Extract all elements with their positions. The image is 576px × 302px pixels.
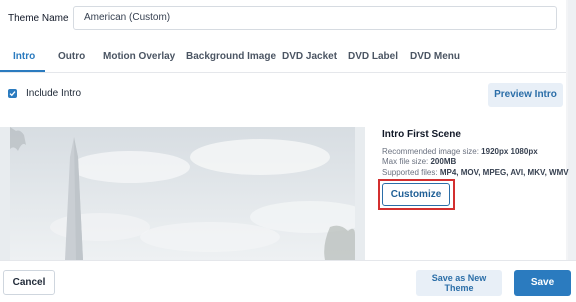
- active-tab-indicator: [0, 70, 45, 72]
- cancel-button[interactable]: Cancel: [3, 270, 55, 295]
- tab-bar: Intro Outro Motion Overlay Background Im…: [0, 40, 566, 73]
- tab-intro[interactable]: Intro: [13, 51, 35, 62]
- tab-outro[interactable]: Outro: [58, 51, 85, 62]
- theme-name-input[interactable]: American (Custom): [73, 6, 557, 30]
- intro-scene-image: [10, 127, 355, 260]
- tab-dvd-menu[interactable]: DVD Menu: [410, 51, 460, 62]
- theme-name-section: Theme Name American (Custom): [0, 0, 566, 41]
- intro-content: Include Intro Preview Intro Intro First …: [0, 73, 569, 260]
- scene-title: Intro First Scene: [382, 129, 461, 140]
- save-button[interactable]: Save: [514, 270, 571, 296]
- scrollbar[interactable]: [568, 0, 576, 301]
- theme-name-label: Theme Name: [8, 13, 69, 24]
- footer-bar: Cancel Save as New Theme Save: [0, 260, 576, 302]
- save-as-new-theme-button[interactable]: Save as New Theme: [416, 270, 502, 296]
- recommended-size-info: Recommended image size: 1920px 1080px: [382, 147, 538, 156]
- include-intro-checkbox[interactable]: [8, 89, 17, 98]
- supported-files-info: Supported files: MP4, MOV, MPEG, AVI, MK…: [382, 168, 569, 177]
- include-intro-label: Include Intro: [26, 88, 82, 99]
- tab-background-image[interactable]: Background Image: [186, 51, 276, 62]
- max-file-size-info: Max file size: 200MB: [382, 157, 457, 166]
- washington-monument-image: [10, 127, 355, 260]
- customize-button[interactable]: Customize: [382, 183, 450, 206]
- checkmark-icon: [9, 91, 16, 97]
- tab-dvd-jacket[interactable]: DVD Jacket: [282, 51, 337, 62]
- tab-dvd-label[interactable]: DVD Label: [348, 51, 398, 62]
- preview-intro-button[interactable]: Preview Intro: [488, 83, 563, 107]
- media-preview-panel: [0, 127, 365, 260]
- tab-motion-overlay[interactable]: Motion Overlay: [103, 51, 175, 62]
